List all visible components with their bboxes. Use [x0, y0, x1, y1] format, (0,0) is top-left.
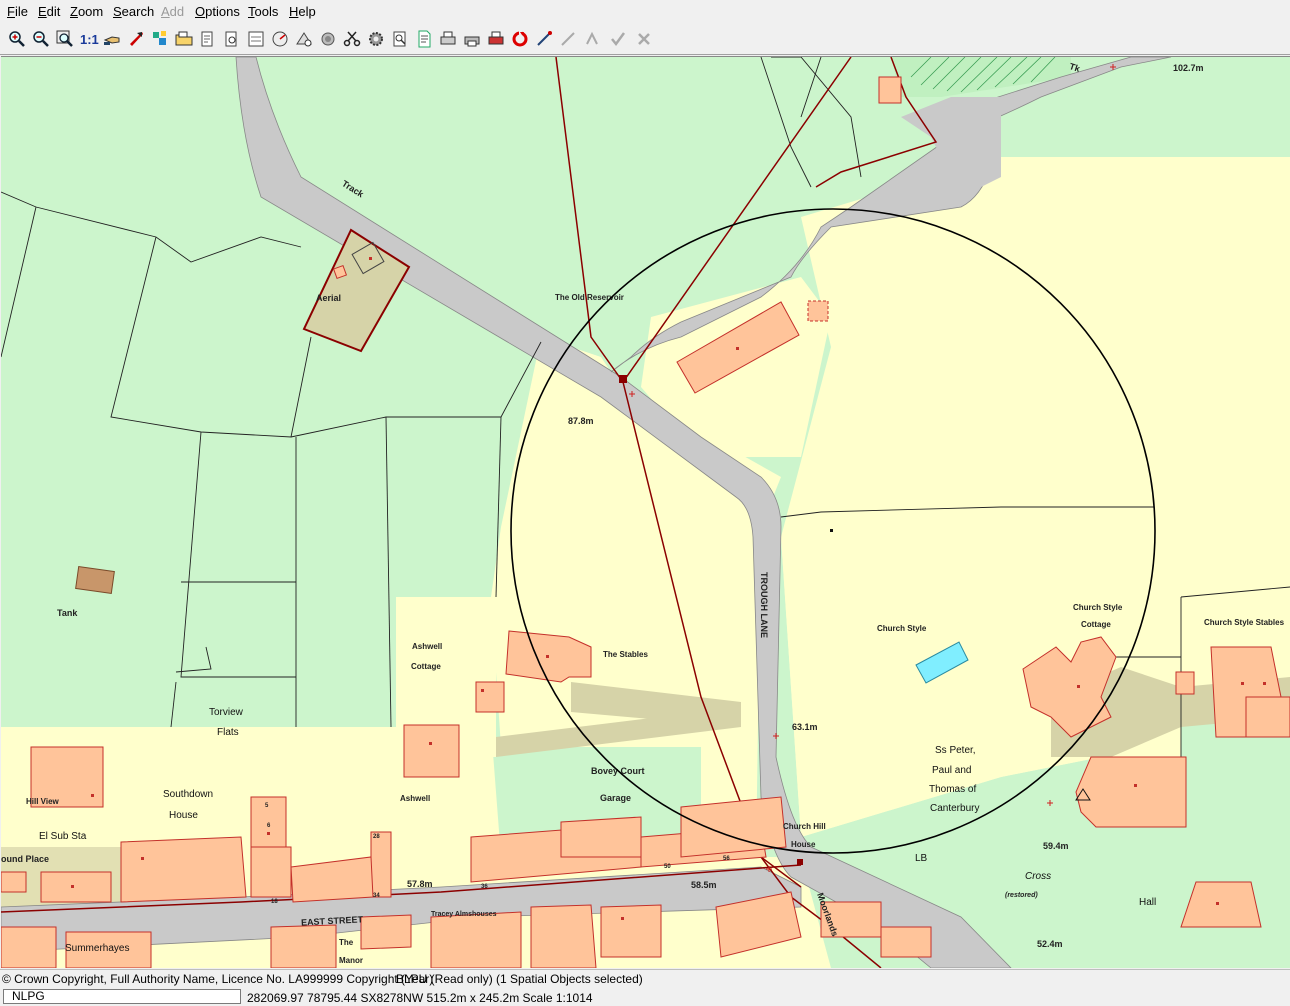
map-sheet-icon[interactable] [246, 29, 266, 49]
church-style-cottage-label-2: Cottage [1081, 620, 1111, 629]
church-name-label-3: Thomas of [929, 784, 976, 795]
house-number: 56 [723, 856, 730, 862]
zoom-extent-icon[interactable] [55, 29, 75, 49]
print-icon[interactable] [438, 29, 458, 49]
church-style-cottage-label: Church Style [1073, 603, 1123, 612]
torview-label: Torview [209, 707, 244, 718]
ashwell-cottage-label: Ashwell [412, 642, 442, 651]
selection-status-text: BLPU (Read only) (1 Spatial Objects sele… [396, 972, 643, 986]
zoom-out-icon[interactable] [31, 29, 51, 49]
torview-label-2: Flats [217, 727, 239, 738]
plot-icon[interactable] [486, 29, 506, 49]
lb-label: LB [915, 853, 928, 864]
snap-icon[interactable] [534, 29, 554, 49]
menu-add: Add [161, 4, 185, 19]
printer-icon[interactable] [462, 29, 482, 49]
the-manor-label-2: Manor [339, 956, 363, 965]
el-sub-sta-label: El Sub Sta [39, 831, 87, 842]
the-stables-label: The Stables [603, 650, 648, 659]
height-label: 58.5m [691, 880, 717, 890]
menu-file[interactable]: File [7, 4, 28, 19]
ashwell-cottage-label-2: Cottage [411, 662, 441, 671]
scale-1-1-button[interactable]: 1:1 [80, 32, 99, 47]
folder-icon[interactable] [174, 29, 194, 49]
identify-icon[interactable] [198, 29, 218, 49]
toolbar: 1:1 [0, 26, 1290, 55]
copyright-text: © Crown Copyright, Full Authority Name, … [2, 972, 434, 986]
ok-icon[interactable] [608, 29, 628, 49]
scissors-icon[interactable] [342, 29, 362, 49]
cancel-icon[interactable] [634, 29, 654, 49]
measure-icon[interactable] [270, 29, 290, 49]
hall-label: Hall [1139, 897, 1156, 908]
menu-options[interactable]: Options [195, 4, 240, 19]
tank-structure [75, 566, 115, 594]
height-label: 63.1m [792, 722, 818, 732]
ashwell-label: Ashwell [400, 794, 430, 803]
height-label: 102.7m [1173, 63, 1204, 73]
church-name-label-2: Paul and [932, 765, 971, 776]
menu-zoom[interactable]: Zoom [70, 4, 103, 19]
height-label: 57.8m [407, 879, 433, 889]
height-label: 59.4m [1043, 841, 1069, 851]
almshouses-label: Tracey Almshouses [431, 911, 497, 918]
church-name-label-4: Canterbury [930, 803, 979, 814]
coordinates-readout: 282069.97 78795.44 SX8278NW 515.2m x 245… [247, 991, 593, 1005]
layer-field[interactable]: NLPG [3, 989, 241, 1004]
southdown-label-2: House [169, 810, 198, 821]
menu-tools[interactable]: Tools [248, 4, 278, 19]
church-style-stables-label: Church Style Stables [1204, 618, 1285, 627]
church-name-label-1: Ss Peter, [935, 745, 976, 756]
globe-icon[interactable] [318, 29, 338, 49]
cross-label: Cross [1025, 871, 1051, 882]
gazetteer-icon[interactable] [294, 29, 314, 49]
print-preview-icon[interactable] [390, 29, 410, 49]
house-number: 18 [271, 899, 278, 905]
the-manor-label: The [339, 938, 354, 947]
gear-icon[interactable] [366, 29, 386, 49]
garage-label: Garage [600, 793, 631, 803]
refresh-icon[interactable] [510, 29, 530, 49]
query-icon[interactable] [222, 29, 242, 49]
pan-hand-icon[interactable] [102, 29, 122, 49]
church-hill-house-label: Church Hill [783, 822, 826, 831]
select-arrow-icon[interactable] [126, 29, 146, 49]
selected-point-marker[interactable] [619, 375, 627, 383]
church-style-label: Church Style [877, 624, 927, 633]
height-label: 87.8m [568, 416, 594, 426]
status-bar-coords: NLPG 282069.97 78795.44 SX8278NW 515.2m … [0, 988, 1290, 1006]
church-hill-house-label-2: House [791, 840, 816, 849]
house-number: 36 [481, 884, 488, 890]
layers-icon[interactable] [150, 29, 170, 49]
aerial-label: Aerial [316, 293, 341, 303]
trough-lane-label: TROUGH LANE [759, 572, 769, 638]
vertex-icon[interactable] [558, 29, 578, 49]
status-bar: © Crown Copyright, Full Authority Name, … [0, 969, 1290, 988]
menu-search[interactable]: Search [113, 4, 154, 19]
map-view[interactable]: Track Tk TROUGH LANE EAST STREET Moorlan… [1, 56, 1290, 968]
church-building [1075, 756, 1187, 828]
line-icon[interactable] [582, 29, 602, 49]
hill-view-label: Hill View [26, 797, 60, 806]
restored-label: (restored) [1005, 892, 1038, 899]
house-number: 28 [373, 834, 380, 840]
height-label: 52.4m [1037, 939, 1063, 949]
southdown-label: Southdown [163, 789, 213, 800]
summerhayes-label: Summerhayes [65, 943, 129, 954]
menu-help[interactable]: Help [289, 4, 316, 19]
house-number: 50 [664, 864, 671, 870]
map-canvas[interactable]: Track Tk TROUGH LANE EAST STREET Moorlan… [1, 57, 1290, 968]
menu-edit[interactable]: Edit [38, 4, 60, 19]
bound-place-label: ound Place [1, 854, 49, 864]
tank-label: Tank [57, 608, 78, 618]
menu-bar: File Edit Zoom Search Add Options Tools Help [0, 0, 1290, 24]
zoom-in-icon[interactable] [7, 29, 27, 49]
document-icon[interactable] [414, 29, 434, 49]
house-number: 34 [373, 893, 380, 899]
